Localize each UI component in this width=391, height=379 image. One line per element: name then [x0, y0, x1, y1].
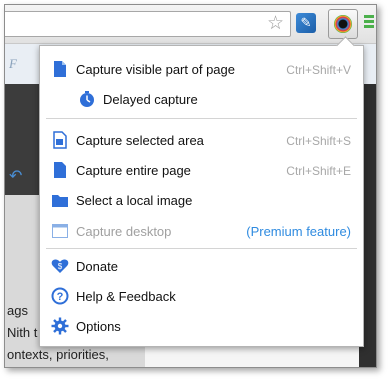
menu-item-label: Donate	[76, 259, 118, 274]
menu-item-capture-selected-area[interactable]: Capture selected area Ctrl+Shift+S	[40, 125, 363, 155]
menu-item-label: Capture visible part of page	[76, 62, 235, 77]
screen-capture-extension-button[interactable]	[328, 9, 358, 39]
svg-text:?: ?	[57, 291, 64, 303]
premium-feature-link[interactable]: (Premium feature)	[246, 224, 351, 239]
page-title-fragment: F	[9, 56, 17, 71]
menu-item-capture-entire-page[interactable]: Capture entire page Ctrl+Shift+E	[40, 155, 363, 185]
page-text-line: ontexts, priorities,	[7, 347, 109, 362]
gear-icon	[51, 317, 69, 335]
menu-item-label: Delayed capture	[103, 92, 198, 107]
timer-icon	[80, 91, 94, 107]
selected-area-icon	[53, 131, 67, 149]
browser-menu-icon[interactable]	[364, 15, 374, 31]
menu-item-label: Capture selected area	[76, 133, 204, 148]
menu-item-shortcut: Ctrl+Shift+V	[286, 63, 351, 77]
camera-lens-icon	[334, 15, 352, 33]
menu-item-help-feedback[interactable]: ? Help & Feedback	[40, 281, 363, 311]
folder-icon	[52, 195, 68, 207]
menu-divider	[46, 118, 357, 119]
capture-menu-popup: Capture visible part of page Ctrl+Shift+…	[39, 36, 364, 347]
menu-item-label: Options	[76, 319, 121, 334]
browser-toolbar: ☆ ✎	[5, 5, 376, 44]
bookmark-star-icon[interactable]: ☆	[267, 13, 284, 35]
donate-heart-icon: $	[51, 259, 69, 273]
svg-text:$: $	[58, 262, 63, 271]
page-visible-icon	[54, 61, 66, 77]
menu-item-label: Select a local image	[76, 193, 193, 208]
menu-item-label: Help & Feedback	[76, 289, 176, 304]
undo-arrow-icon[interactable]: ↶	[9, 169, 25, 185]
page-text-line: Nith t	[7, 325, 38, 340]
desktop-icon	[52, 224, 68, 238]
menu-item-donate[interactable]: $ Donate	[40, 251, 363, 281]
menu-item-select-local-image[interactable]: Select a local image	[40, 185, 363, 215]
screenshot-frame: ☆ ✎ F ↶ ags Nith t ontexts, priorities, …	[4, 4, 377, 368]
menu-divider	[46, 248, 357, 249]
menu-item-delayed-capture[interactable]: Delayed capture	[40, 84, 363, 114]
menu-item-capture-visible[interactable]: Capture visible part of page Ctrl+Shift+…	[40, 54, 363, 84]
extension-icon[interactable]: ✎	[296, 13, 316, 33]
help-icon: ?	[51, 287, 69, 305]
menu-item-options[interactable]: Options	[40, 311, 363, 341]
menu-item-shortcut: Ctrl+Shift+E	[286, 164, 351, 178]
address-bar[interactable]: ☆	[5, 11, 291, 37]
page-text-line: ags	[7, 303, 28, 318]
menu-item-capture-desktop[interactable]: Capture desktop (Premium feature)	[40, 216, 363, 246]
entire-page-icon	[54, 162, 66, 178]
menu-item-label: Capture entire page	[76, 163, 191, 178]
menu-item-label: Capture desktop	[76, 224, 172, 239]
menu-item-shortcut: Ctrl+Shift+S	[286, 134, 351, 148]
